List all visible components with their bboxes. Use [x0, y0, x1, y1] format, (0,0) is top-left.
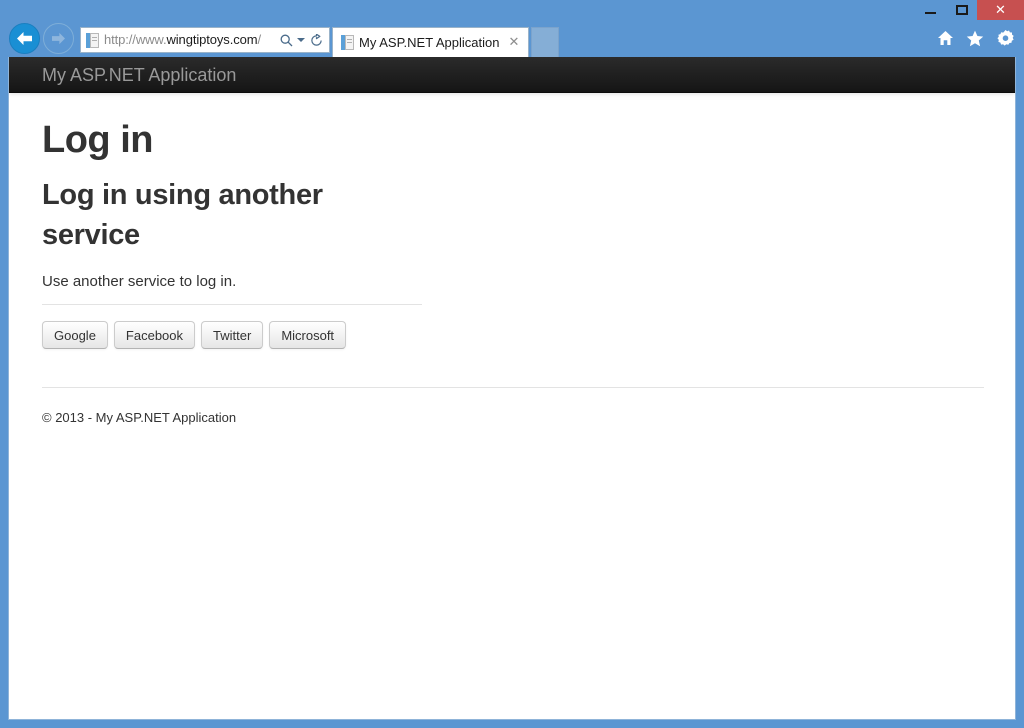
settings-icon[interactable]	[996, 29, 1014, 47]
page-container: Log in Log in using another service Use …	[9, 119, 1015, 427]
navigation-buttons	[9, 23, 74, 54]
new-tab-button[interactable]	[531, 27, 559, 57]
external-login-column: Log in using another service Use another…	[42, 175, 422, 349]
tab-title: My ASP.NET Application	[359, 34, 500, 50]
site-navbar: My ASP.NET Application	[9, 57, 1015, 93]
url-host: wingtiptoys.com	[166, 32, 258, 47]
login-provider-microsoft[interactable]: Microsoft	[269, 321, 347, 349]
chevron-down-icon[interactable]	[297, 38, 305, 42]
tab-close-icon[interactable]: ✕	[506, 35, 522, 51]
forward-button[interactable]	[43, 23, 74, 54]
tab-favicon-icon	[341, 35, 354, 50]
browser-toolbar-icons	[936, 29, 1014, 47]
back-button[interactable]	[9, 23, 40, 54]
address-bar[interactable]: http://www.wingtiptoys.com/	[80, 27, 330, 53]
page-viewport: My ASP.NET Application Log in Log in usi…	[8, 57, 1016, 720]
address-bar-url: http://www.wingtiptoys.com/	[104, 28, 277, 52]
provider-button-row: Google Facebook Twitter Microsoft	[42, 321, 422, 349]
browser-window: ✕ http://www.wingtiptoys.com/ My ASP.NET…	[0, 0, 1024, 728]
close-button[interactable]: ✕	[977, 0, 1024, 20]
section-description: Use another service to log in.	[42, 273, 237, 290]
url-scheme: http://www.	[104, 32, 167, 47]
minimize-icon	[925, 12, 936, 14]
window-controls: ✕	[915, 0, 1024, 20]
section-divider	[42, 304, 422, 305]
browser-chrome: ✕ http://www.wingtiptoys.com/ My ASP.NET…	[0, 0, 1024, 57]
section-heading: Log in using another service	[42, 179, 323, 251]
forward-arrow-icon	[52, 32, 65, 45]
login-provider-facebook[interactable]: Facebook	[113, 321, 196, 349]
page-title: Log in	[42, 119, 153, 161]
home-icon[interactable]	[936, 29, 954, 47]
search-icon[interactable]	[277, 29, 295, 51]
footer-divider	[42, 387, 984, 388]
back-arrow-icon	[17, 32, 32, 45]
maximize-icon	[955, 5, 968, 15]
refresh-icon[interactable]	[307, 29, 325, 51]
close-icon: ✕	[995, 2, 1006, 18]
site-brand[interactable]: My ASP.NET Application	[42, 65, 236, 85]
login-provider-twitter[interactable]: Twitter	[201, 321, 264, 349]
favorites-icon[interactable]	[966, 29, 984, 47]
url-path: /	[257, 32, 261, 47]
maximize-button[interactable]	[946, 0, 977, 20]
footer-copyright: © 2013 - My ASP.NET Application	[42, 410, 237, 425]
page-icon	[86, 32, 99, 48]
browser-tab[interactable]: My ASP.NET Application ✕	[332, 27, 529, 57]
minimize-button[interactable]	[915, 0, 946, 20]
login-provider-google[interactable]: Google	[42, 321, 108, 349]
